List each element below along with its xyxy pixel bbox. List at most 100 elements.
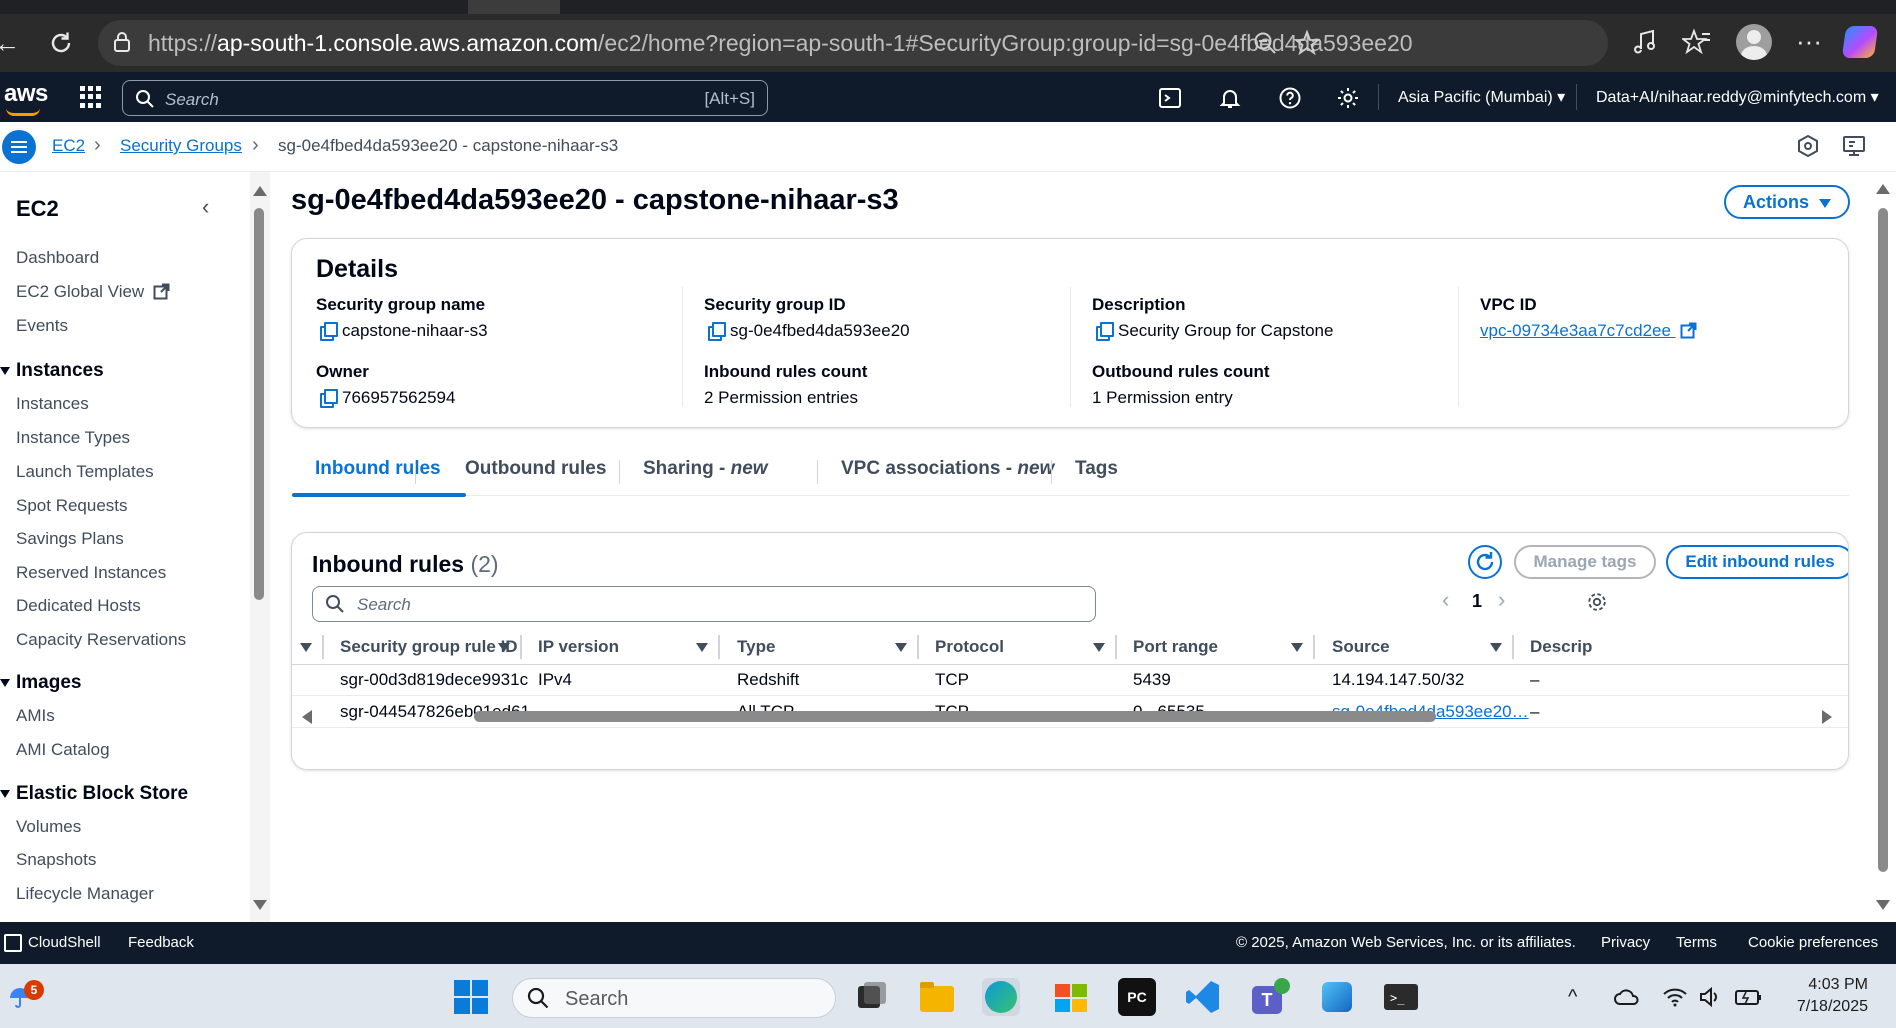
column-header-description[interactable]: Descrip — [1530, 637, 1592, 657]
collapse-sidebar-icon[interactable]: ‹ — [202, 194, 209, 220]
sidebar-item-launch-templates[interactable]: Launch Templates — [16, 462, 154, 482]
edge-browser-icon[interactable] — [982, 978, 1020, 1016]
sidebar-section-instances[interactable]: Instances — [0, 360, 104, 382]
sidebar-item-reserved-instances[interactable]: Reserved Instances — [16, 563, 166, 583]
zoom-out-icon[interactable] — [1252, 30, 1278, 56]
scroll-left-arrow-icon[interactable] — [302, 710, 312, 724]
onedrive-cloud-icon[interactable] — [1614, 986, 1640, 1008]
horizontal-scrollbar-thumb[interactable] — [474, 711, 1436, 722]
scroll-down-arrow-icon[interactable] — [253, 900, 267, 910]
vscode-icon[interactable] — [1184, 978, 1222, 1016]
copilot-icon[interactable] — [1841, 26, 1879, 58]
pycharm-icon[interactable]: PC — [1118, 978, 1156, 1016]
sort-caret-icon[interactable] — [1291, 643, 1303, 652]
column-header-type[interactable]: Type — [737, 637, 775, 657]
page-number[interactable]: 1 — [1472, 591, 1482, 612]
sort-caret-icon[interactable] — [696, 643, 708, 652]
manage-tags-button[interactable]: Manage tags — [1514, 545, 1656, 579]
lock-icon[interactable] — [112, 31, 132, 53]
favorite-star-icon[interactable] — [1294, 30, 1320, 56]
sidebar-section-images[interactable]: Images — [0, 672, 81, 694]
more-options-icon[interactable]: ··· — [1794, 26, 1824, 56]
media-control-icon[interactable] — [1632, 28, 1662, 58]
volume-icon[interactable] — [1698, 986, 1722, 1008]
breadcrumb-security-groups[interactable]: Security Groups — [120, 136, 242, 156]
copy-icon[interactable] — [708, 322, 726, 341]
system-clock[interactable]: 4:03 PM 7/18/2025 — [1782, 974, 1868, 1018]
copy-icon[interactable] — [320, 322, 338, 341]
sidebar-item-snapshots[interactable]: Snapshots — [16, 850, 96, 870]
tab-inbound-rules[interactable]: Inbound rules — [315, 458, 441, 480]
sidebar-scrollbar[interactable] — [250, 172, 270, 922]
select-all-caret-icon[interactable] — [300, 643, 312, 652]
task-view-icon[interactable] — [852, 978, 890, 1016]
sidebar-section-elastic-block-store[interactable]: Elastic Block Store — [0, 783, 188, 805]
profile-avatar[interactable] — [1736, 24, 1772, 60]
sidebar-item-dedicated-hosts[interactable]: Dedicated Hosts — [16, 596, 141, 616]
notifications-hub-icon[interactable] — [1796, 134, 1820, 158]
main-scrollbar-thumb[interactable] — [1878, 208, 1888, 872]
next-page-icon[interactable]: › — [1498, 587, 1505, 613]
services-grid-icon[interactable] — [80, 86, 102, 108]
back-icon[interactable]: ← — [0, 28, 22, 58]
vpc-id-link[interactable]: vpc-09734e3aa7c7cd2ee — [1480, 321, 1860, 341]
sort-caret-icon[interactable] — [498, 643, 510, 652]
sidebar-item-amis[interactable]: AMIs — [16, 706, 55, 726]
url-text[interactable]: https://ap-south-1.console.aws.amazon.co… — [148, 30, 1413, 57]
account-menu[interactable]: Data+AI/nihaar.reddy@minfytech.com ▾ — [1596, 87, 1879, 107]
column-header-port-range[interactable]: Port range — [1133, 637, 1218, 657]
tab-tags[interactable]: Tags — [1075, 458, 1118, 480]
sidebar-item-volumes[interactable]: Volumes — [16, 817, 81, 837]
sidebar-item-lifecycle-manager[interactable]: Lifecycle Manager — [16, 884, 154, 904]
column-header-rule-id[interactable]: Security group rule ID — [340, 637, 518, 657]
table-row[interactable]: sgr-00d3d819dece9931c IPv4 Redshift TCP … — [292, 665, 1848, 696]
notifications-bell-icon[interactable] — [1218, 86, 1242, 110]
aws-logo[interactable]: aws — [4, 80, 48, 116]
reload-icon[interactable] — [46, 28, 76, 58]
photos-app-icon[interactable] — [1318, 978, 1356, 1016]
windows-start-icon[interactable] — [454, 980, 488, 1014]
rules-search-input[interactable]: Search — [312, 586, 1096, 622]
sidebar-item-spot-requests[interactable]: Spot Requests — [16, 496, 128, 516]
tab-vpc-associations[interactable]: VPC associations - new — [841, 458, 1054, 480]
column-header-protocol[interactable]: Protocol — [935, 637, 1004, 657]
sidebar-item-instances[interactable]: Instances — [16, 394, 89, 414]
help-icon[interactable] — [1278, 86, 1302, 110]
privacy-link[interactable]: Privacy — [1601, 934, 1650, 951]
column-header-ip-version[interactable]: IP version — [538, 637, 619, 657]
settings-gear-icon[interactable] — [1336, 86, 1360, 110]
taskbar-search-input[interactable]: Search — [512, 978, 836, 1018]
tools-panel-icon[interactable] — [1842, 134, 1866, 158]
browser-active-tab[interactable] — [468, 0, 560, 14]
terms-link[interactable]: Terms — [1676, 934, 1717, 951]
copy-icon[interactable] — [320, 389, 338, 408]
cloudshell-icon[interactable] — [4, 934, 22, 952]
sidebar-item-events[interactable]: Events — [16, 316, 68, 336]
edit-inbound-rules-button[interactable]: Edit inbound rules — [1666, 545, 1848, 579]
file-explorer-icon[interactable] — [918, 978, 956, 1016]
region-selector[interactable]: Asia Pacific (Mumbai) ▾ — [1398, 87, 1565, 107]
sort-caret-icon[interactable] — [1490, 643, 1502, 652]
terminal-icon[interactable]: >_ — [1382, 978, 1420, 1016]
table-preferences-gear-icon[interactable] — [1586, 591, 1608, 613]
column-header-source[interactable]: Source — [1332, 637, 1390, 657]
sidebar-item-ami-catalog[interactable]: AMI Catalog — [16, 740, 110, 760]
teams-icon[interactable]: T — [1250, 978, 1290, 1016]
sidebar-item-capacity-reservations[interactable]: Capacity Reservations — [16, 630, 186, 650]
breadcrumb-ec2[interactable]: EC2 — [52, 136, 85, 156]
cloudshell-icon[interactable] — [1158, 86, 1182, 110]
sort-caret-icon[interactable] — [895, 643, 907, 652]
scroll-up-arrow-icon[interactable] — [253, 186, 267, 196]
cloudshell-link[interactable]: CloudShell — [28, 934, 101, 951]
sort-caret-icon[interactable] — [1093, 643, 1105, 652]
address-bar[interactable]: https://ap-south-1.console.aws.amazon.co… — [98, 20, 1608, 66]
scroll-up-arrow-icon[interactable] — [1876, 184, 1890, 194]
previous-page-icon[interactable]: ‹ — [1442, 587, 1449, 613]
actions-button[interactable]: Actions — [1724, 185, 1850, 219]
refresh-button[interactable] — [1468, 545, 1502, 579]
feedback-link[interactable]: Feedback — [128, 934, 194, 951]
sidebar-item-instance-types[interactable]: Instance Types — [16, 428, 130, 448]
sidebar-scrollbar-thumb[interactable] — [254, 208, 264, 600]
sidebar-item-ec2-global-view[interactable]: EC2 Global View — [16, 282, 170, 302]
scroll-down-arrow-icon[interactable] — [1876, 900, 1890, 910]
